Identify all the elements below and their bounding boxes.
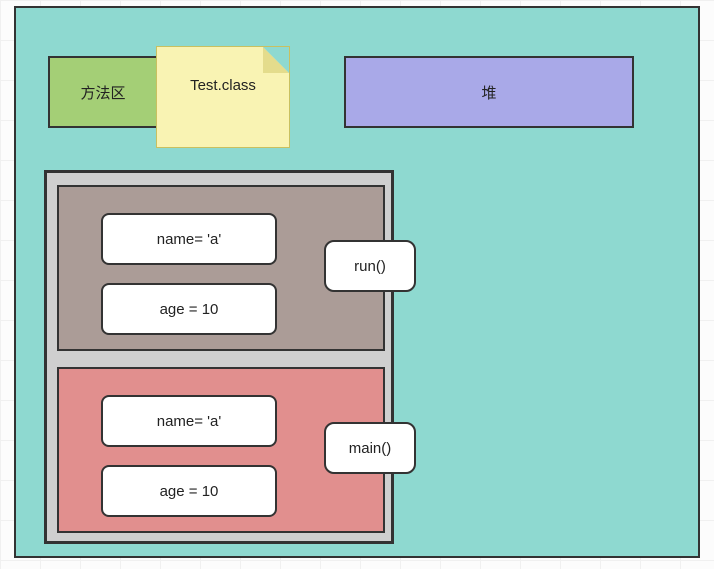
call-label-text: run() [354, 258, 386, 275]
variable-box: name= 'a' [101, 213, 277, 265]
diagram-canvas: 方法区 Test.class 堆 name= 'a' age = 10 name… [14, 6, 700, 558]
heap-label: 堆 [481, 82, 496, 103]
method-area-box: 方法区 [48, 56, 158, 128]
call-label-text: main() [349, 440, 392, 457]
variable-box: age = 10 [101, 465, 277, 517]
variable-box: age = 10 [101, 283, 277, 335]
method-area-label: 方法区 [80, 82, 125, 103]
variable-label: age = 10 [160, 483, 219, 500]
heap-box: 堆 [344, 56, 634, 128]
variable-label: name= 'a' [157, 231, 222, 248]
class-note: Test.class [156, 46, 290, 148]
class-note-label: Test.class [190, 77, 256, 94]
call-label-main: main() [324, 422, 416, 474]
stack-container: name= 'a' age = 10 name= 'a' age = 10 [44, 170, 394, 544]
variable-label: name= 'a' [157, 413, 222, 430]
variable-box: name= 'a' [101, 395, 277, 447]
call-label-run: run() [324, 240, 416, 292]
variable-label: age = 10 [160, 301, 219, 318]
